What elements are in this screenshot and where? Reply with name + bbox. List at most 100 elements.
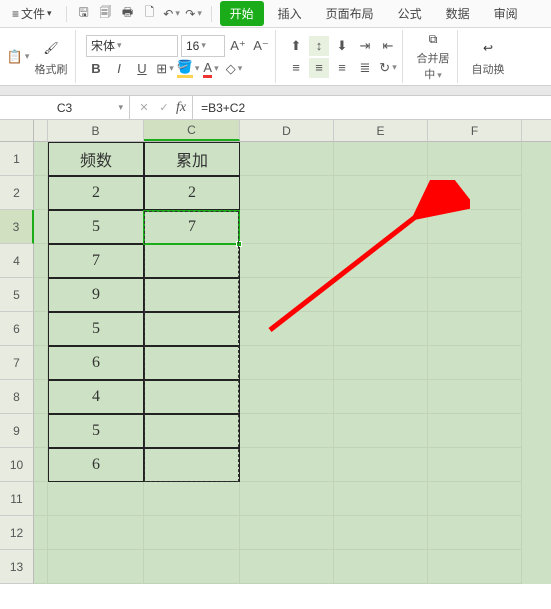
cell[interactable] (240, 142, 334, 176)
enter-icon[interactable]: ✓ (156, 100, 172, 116)
align-center-icon[interactable]: ≡ (309, 58, 329, 78)
rowhead[interactable]: 2 (0, 176, 34, 210)
justify-icon[interactable]: ≣ (355, 58, 375, 78)
underline-icon[interactable]: U (132, 59, 152, 79)
colhead-B[interactable]: B (48, 120, 144, 141)
cell[interactable] (34, 312, 48, 346)
cell[interactable] (240, 312, 334, 346)
cell[interactable] (34, 448, 48, 482)
cell[interactable] (428, 482, 522, 516)
cell-B8[interactable]: 4 (48, 380, 144, 414)
print-icon[interactable]: 🖶 (119, 5, 137, 23)
cell[interactable] (334, 380, 428, 414)
cell-B2[interactable]: 2 (48, 176, 144, 210)
align-bottom-icon[interactable]: ⬇ (332, 36, 352, 56)
cell-B10[interactable]: 6 (48, 448, 144, 482)
cell[interactable] (334, 414, 428, 448)
save-as-icon[interactable]: 🗐 (97, 5, 115, 23)
cell-B9[interactable]: 5 (48, 414, 144, 448)
cell[interactable] (240, 448, 334, 482)
border-icon[interactable]: ⊞ (155, 59, 175, 79)
cell[interactable] (428, 448, 522, 482)
cell[interactable] (240, 550, 334, 584)
cell[interactable] (34, 142, 48, 176)
cell[interactable] (428, 550, 522, 584)
rowhead[interactable]: 4 (0, 244, 34, 278)
cell-B6[interactable]: 5 (48, 312, 144, 346)
cell[interactable] (34, 380, 48, 414)
save-icon[interactable]: 🖫 (75, 5, 93, 23)
cell[interactable] (240, 176, 334, 210)
cell[interactable] (428, 244, 522, 278)
cell[interactable] (240, 278, 334, 312)
format-painter-button[interactable]: 🖌 格式刷 (31, 32, 71, 82)
cell[interactable] (34, 244, 48, 278)
cell[interactable] (34, 482, 48, 516)
cell[interactable] (428, 176, 522, 210)
fx-icon[interactable]: fx (176, 100, 186, 116)
cell-B11[interactable] (48, 482, 144, 516)
cell[interactable] (334, 516, 428, 550)
formula-input[interactable]: =B3+C2 (193, 96, 551, 119)
cell[interactable] (240, 414, 334, 448)
fill-color-icon[interactable]: 🪣 (178, 59, 198, 79)
cell-C8[interactable] (144, 380, 240, 414)
rowhead[interactable]: 1 (0, 142, 34, 176)
cell-C3[interactable]: 7 (144, 210, 240, 244)
bold-icon[interactable]: B (86, 59, 106, 79)
colhead-F[interactable]: F (428, 120, 522, 141)
cell[interactable] (334, 210, 428, 244)
rowhead[interactable]: 9 (0, 414, 34, 448)
cell-B5[interactable]: 9 (48, 278, 144, 312)
cell[interactable] (428, 278, 522, 312)
rowhead[interactable]: 11 (0, 482, 34, 516)
tab-formula[interactable]: 公式 (388, 1, 432, 26)
rowhead[interactable]: 7 (0, 346, 34, 380)
colhead-E[interactable]: E (334, 120, 428, 141)
select-all-corner[interactable] (0, 120, 34, 141)
cell[interactable] (240, 482, 334, 516)
tab-data[interactable]: 数据 (436, 1, 480, 26)
tab-page-layout[interactable]: 页面布局 (316, 1, 384, 26)
cell[interactable] (334, 346, 428, 380)
align-top-icon[interactable]: ⬆ (286, 36, 306, 56)
undo-icon[interactable]: ↶ (163, 5, 181, 23)
decrease-font-icon[interactable]: A⁻ (251, 36, 271, 56)
cell-C1[interactable]: 累加 (144, 142, 240, 176)
align-middle-icon[interactable]: ↕ (309, 36, 329, 56)
increase-indent-icon[interactable]: ⇥ (355, 36, 375, 56)
cell[interactable] (334, 550, 428, 584)
cell[interactable] (240, 380, 334, 414)
file-menu[interactable]: ≡ 文件 ▾ (6, 3, 58, 24)
name-box[interactable]: C3 (0, 96, 130, 119)
paste-icon[interactable]: 📋 (8, 47, 28, 67)
cell[interactable] (34, 346, 48, 380)
auto-wrap-button[interactable]: ↩ 自动换 (468, 32, 508, 82)
cell-C10[interactable] (144, 448, 240, 482)
font-size-combo[interactable]: 16 (181, 35, 225, 57)
redo-icon[interactable]: ↷ (185, 5, 203, 23)
cell[interactable] (240, 516, 334, 550)
cell[interactable] (428, 142, 522, 176)
cell[interactable] (334, 278, 428, 312)
cell[interactable] (34, 176, 48, 210)
cell[interactable] (34, 210, 48, 244)
rowhead[interactable]: 3 (0, 210, 34, 244)
cell[interactable] (428, 346, 522, 380)
cell[interactable] (334, 482, 428, 516)
align-right-icon[interactable]: ≡ (332, 58, 352, 78)
cell-B3[interactable]: 5 (48, 210, 144, 244)
rowhead[interactable]: 10 (0, 448, 34, 482)
cell[interactable] (334, 176, 428, 210)
tab-start[interactable]: 开始 (220, 1, 264, 26)
rowhead[interactable]: 13 (0, 550, 34, 584)
merge-center-button[interactable]: ⧉ 合并居中 (413, 32, 453, 82)
rowhead[interactable]: 12 (0, 516, 34, 550)
cell[interactable] (34, 278, 48, 312)
colhead-D[interactable]: D (240, 120, 334, 141)
cell[interactable] (334, 244, 428, 278)
font-name-combo[interactable]: 宋体 (86, 35, 178, 57)
cell[interactable] (34, 414, 48, 448)
rowhead[interactable]: 5 (0, 278, 34, 312)
cell-C7[interactable] (144, 346, 240, 380)
